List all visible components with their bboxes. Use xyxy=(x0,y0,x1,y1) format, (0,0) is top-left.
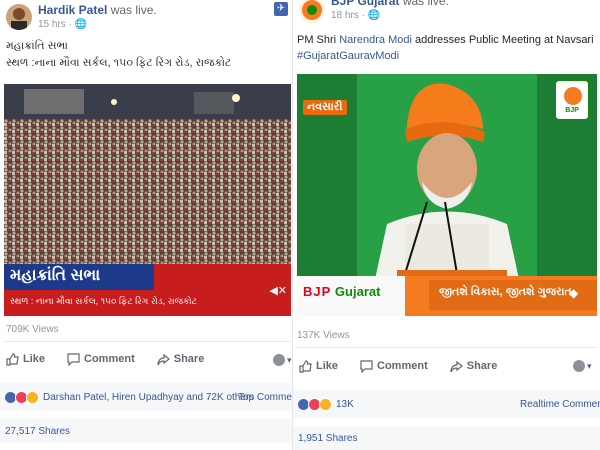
city-tag: નવસારી xyxy=(303,100,347,115)
post-time[interactable]: 18 hrs xyxy=(331,10,359,21)
globe-icon: 🌐 xyxy=(74,19,88,30)
share-button[interactable]: Share xyxy=(157,353,205,366)
share-label: Share xyxy=(466,360,498,372)
live-video-speech[interactable]: નવસારી BJP BJP Gujarat જીતશે વિકાસ, જીતશ… xyxy=(297,74,597,316)
globe-icon: 🌐 xyxy=(367,10,381,21)
thumbs-up-icon xyxy=(299,359,312,373)
chevron-down-icon: ▾ xyxy=(587,360,592,371)
action-bar: Like Comment Share xyxy=(6,347,286,371)
share-icon xyxy=(157,353,170,366)
shares-label: 27,517 Shares xyxy=(5,425,71,437)
view-count: 137K Views xyxy=(297,330,350,341)
hashtag-link[interactable]: #GujaratGauravModi xyxy=(297,50,399,62)
reaction-icons[interactable] xyxy=(4,390,39,404)
post-header: Hardik Patel was live. 15 hrs · 🌐 ✈ xyxy=(0,0,292,34)
comment-button[interactable]: Comment xyxy=(67,352,135,366)
author-avatar[interactable] xyxy=(6,4,32,30)
post-hardik-patel: Hardik Patel was live. 15 hrs · 🌐 ✈ મહાક… xyxy=(0,0,292,450)
haha-reaction-icon xyxy=(26,390,39,404)
like-label: Like xyxy=(316,360,339,372)
map-icon: ◆ xyxy=(569,286,579,300)
comment-button[interactable]: Comment xyxy=(360,359,428,373)
bjp-brand-bjp: BJP xyxy=(303,284,332,299)
bjp-brand: BJP Gujarat xyxy=(303,284,380,299)
comment-label: Comment xyxy=(377,360,428,372)
share-icon xyxy=(450,360,463,373)
post-meta: 15 hrs · 🌐 xyxy=(38,19,88,30)
reaction-count[interactable]: 13K xyxy=(336,399,354,410)
slogan: જીતશે વિકાસ, જીતશે ગુજરાત xyxy=(439,286,572,298)
like-button[interactable]: Like xyxy=(299,359,339,373)
page-avatar xyxy=(573,360,585,372)
post-bjp-gujarat: BJP Gujarat was live. 18 hrs · 🌐 PM Shri… xyxy=(292,0,600,450)
chevron-down-icon: ▾ xyxy=(287,354,292,365)
post-time[interactable]: 15 hrs xyxy=(38,19,66,30)
divider xyxy=(4,341,290,342)
thumbs-up-icon xyxy=(6,352,19,366)
divider xyxy=(297,347,596,348)
pin-icon[interactable]: ✈ xyxy=(274,2,288,16)
mute-icon[interactable]: ◀✕ xyxy=(269,284,287,297)
post-body-line-1: PM Shri Narendra Modi addresses Public M… xyxy=(297,34,594,46)
action-bar: Like Comment Share xyxy=(299,354,579,378)
mention-link[interactable]: Narendra Modi xyxy=(339,34,412,46)
bjp-logo: BJP xyxy=(555,80,589,120)
live-video-crowd[interactable]: મહાક્રાંતિ સભા સ્થળ : નાના મૌવા સર્કલ, ૧… xyxy=(4,84,291,316)
shares-count[interactable]: 27,517 Shares xyxy=(0,419,292,443)
like-button[interactable]: Like xyxy=(6,352,46,366)
author-line: BJP Gujarat was live. xyxy=(331,0,449,8)
reaction-names[interactable]: Darshan Patel, Hiren Upadhyay and 72K ot… xyxy=(43,392,254,403)
reaction-icons[interactable] xyxy=(297,397,332,411)
author-name[interactable]: BJP Gujarat xyxy=(331,0,399,8)
author-avatar[interactable] xyxy=(299,0,325,23)
share-button[interactable]: Share xyxy=(450,360,498,373)
post-body-line-1: મહાક્રાંતિ સભા xyxy=(6,40,68,52)
like-label: Like xyxy=(23,353,46,365)
page-avatar xyxy=(273,354,285,366)
comment-icon xyxy=(360,359,373,373)
page-selector[interactable]: ▾ xyxy=(573,360,592,372)
post-meta: 18 hrs · 🌐 xyxy=(331,10,381,21)
comments-order-toggle[interactable]: Realtime Comments ▾ xyxy=(520,399,600,410)
post-action: was live. xyxy=(402,0,449,8)
body-suffix: addresses Public Meeting at Navsari xyxy=(411,34,594,46)
video-banner-title: મહાક્રાંતિ સભા xyxy=(10,267,101,284)
post-action: was live. xyxy=(110,3,157,17)
share-label: Share xyxy=(173,353,205,365)
comments-order-toggle[interactable]: Top Comments xyxy=(238,392,292,403)
author-name[interactable]: Hardik Patel xyxy=(38,3,107,17)
post-body-line-2: સ્થળ :નાના મૌવા સર્કલ, ૧૫૦ ફિટ રિંગ રોડ,… xyxy=(6,57,232,69)
shares-label: 1,951 Shares xyxy=(298,432,358,444)
bjp-brand-gujarat: Gujarat xyxy=(334,284,381,299)
comment-label: Comment xyxy=(84,353,135,365)
view-count: 709K Views xyxy=(6,324,59,335)
video-banner-subtitle: સ્થળ : નાના મૌવા સર્કલ, ૧૫૦ ફિટ રિંગ રોડ… xyxy=(10,296,197,306)
haha-reaction-icon xyxy=(319,397,332,411)
comment-icon xyxy=(67,352,80,366)
page-selector[interactable]: ▾ xyxy=(273,354,292,366)
body-prefix: PM Shri xyxy=(297,34,340,46)
lotus-icon xyxy=(564,87,582,105)
shares-count[interactable]: 1,951 Shares xyxy=(293,426,600,450)
bjp-logo-text: BJP xyxy=(565,107,579,114)
author-line: Hardik Patel was live. xyxy=(38,3,157,17)
post-header: BJP Gujarat was live. 18 hrs · 🌐 xyxy=(293,0,600,34)
